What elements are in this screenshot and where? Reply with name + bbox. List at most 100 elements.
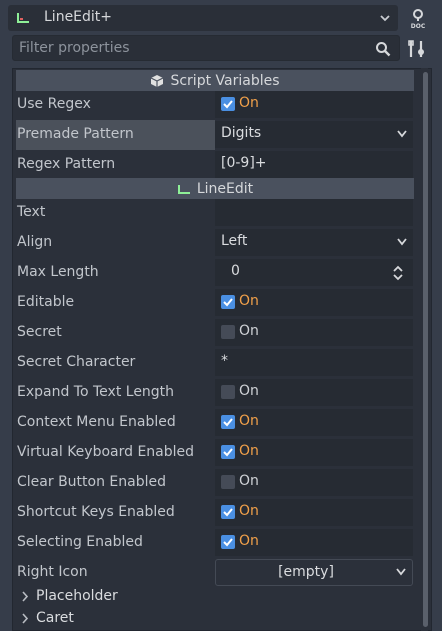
spinbox-value: 0 xyxy=(231,263,240,279)
tools-icon[interactable] xyxy=(406,38,428,60)
checkbox-unchecked-icon xyxy=(221,475,235,489)
checkbox-checked-icon xyxy=(221,295,235,309)
property-label: Right Icon xyxy=(17,564,88,580)
chevron-down-icon xyxy=(380,15,390,22)
property-label: Max Length xyxy=(17,264,99,280)
node-name: LineEdit+ xyxy=(44,9,113,25)
checkbox-label: On xyxy=(239,503,259,519)
property-label: Virtual Keyboard Enabled xyxy=(17,444,195,460)
field-value: * xyxy=(221,353,228,369)
text-field[interactable] xyxy=(215,199,413,226)
use-regex-checkbox[interactable]: On xyxy=(215,91,413,118)
property-max-length: Max Length 0 xyxy=(16,258,414,288)
resource-value: [empty] xyxy=(278,564,334,580)
property-secret: Secret On xyxy=(16,318,414,348)
chevron-right-icon xyxy=(22,613,29,624)
checkbox-label: On xyxy=(239,293,259,309)
property-label: Secret xyxy=(17,324,62,340)
section-title: Script Variables xyxy=(170,72,280,89)
svg-text:DOC: DOC xyxy=(411,23,426,30)
max-length-spinbox[interactable]: 0 xyxy=(215,259,413,286)
property-label: Align xyxy=(17,234,53,250)
property-use-regex: Use Regex On xyxy=(16,90,414,120)
property-secret-character: Secret Character * xyxy=(16,348,414,378)
checkbox-label: On xyxy=(239,533,259,549)
context-menu-enabled-checkbox[interactable]: On xyxy=(215,409,413,436)
selecting-enabled-checkbox[interactable]: On xyxy=(215,529,413,556)
chevron-down-icon xyxy=(396,568,406,576)
property-selecting-enabled: Selecting Enabled On xyxy=(16,528,414,558)
spin-arrows-icon[interactable] xyxy=(392,264,404,282)
group-placeholder[interactable]: Placeholder xyxy=(16,586,414,608)
property-regex-pattern: Regex Pattern [0-9]+ xyxy=(16,150,414,180)
checkbox-label: On xyxy=(239,95,259,111)
secret-checkbox[interactable]: On xyxy=(215,319,413,346)
clear-button-enabled-checkbox[interactable]: On xyxy=(215,469,413,496)
dropdown-value: Digits xyxy=(221,125,262,141)
cube-icon xyxy=(151,74,164,87)
scrollbar-thumb[interactable] xyxy=(423,72,428,627)
group-label: Caret xyxy=(36,610,74,626)
editable-checkbox[interactable]: On xyxy=(215,289,413,316)
chevron-down-icon xyxy=(397,238,407,246)
virtual-keyboard-enabled-checkbox[interactable]: On xyxy=(215,439,413,466)
help-docs-icon[interactable]: DOC xyxy=(406,7,430,31)
field-value: [0-9]+ xyxy=(221,155,267,171)
secret-character-field[interactable]: * xyxy=(215,349,413,376)
property-label: Regex Pattern xyxy=(17,156,116,172)
property-label: Use Regex xyxy=(17,96,91,112)
property-align: Align Left xyxy=(16,228,414,258)
line-edit-icon xyxy=(17,13,29,23)
checkbox-label: On xyxy=(239,443,259,459)
property-label: Context Menu Enabled xyxy=(17,414,176,430)
dropdown-value: Left xyxy=(221,233,248,249)
property-label: Editable xyxy=(17,294,75,310)
checkbox-unchecked-icon xyxy=(221,385,235,399)
checkbox-unchecked-icon xyxy=(221,325,235,339)
property-editable: Editable On xyxy=(16,288,414,318)
filter-properties-field[interactable] xyxy=(12,35,400,61)
regex-pattern-field[interactable]: [0-9]+ xyxy=(215,151,413,178)
section-line-edit[interactable]: LineEdit xyxy=(16,178,414,199)
property-shortcut-keys-enabled: Shortcut Keys Enabled On xyxy=(16,498,414,528)
group-caret[interactable]: Caret xyxy=(16,608,414,630)
property-clear-button-enabled: Clear Button Enabled On xyxy=(16,468,414,498)
property-label: Premade Pattern xyxy=(16,120,215,150)
section-script-variables[interactable]: Script Variables xyxy=(16,70,414,91)
property-right-icon: Right Icon [empty] xyxy=(16,558,414,588)
search-icon xyxy=(376,42,391,57)
align-dropdown[interactable]: Left xyxy=(215,229,413,256)
section-title: LineEdit xyxy=(196,180,254,197)
property-label: Text xyxy=(17,204,46,220)
expand-to-text-length-checkbox[interactable]: On xyxy=(215,379,413,406)
right-icon-resource-picker[interactable]: [empty] xyxy=(215,559,413,586)
shortcut-keys-enabled-checkbox[interactable]: On xyxy=(215,499,413,526)
line-edit-icon xyxy=(177,184,190,194)
property-label: Clear Button Enabled xyxy=(17,474,166,490)
checkbox-checked-icon xyxy=(221,97,235,111)
filter-properties-input[interactable] xyxy=(13,36,373,60)
checkbox-label: On xyxy=(239,473,259,489)
property-virtual-keyboard-enabled: Virtual Keyboard Enabled On xyxy=(16,438,414,468)
property-context-menu-enabled: Context Menu Enabled On xyxy=(16,408,414,438)
checkbox-checked-icon xyxy=(221,415,235,429)
checkbox-checked-icon xyxy=(221,505,235,519)
checkbox-checked-icon xyxy=(221,445,235,459)
property-label: Secret Character xyxy=(17,354,136,370)
property-premade-pattern: Premade Pattern Digits xyxy=(16,120,414,150)
checkbox-checked-icon xyxy=(221,535,235,549)
property-text: Text xyxy=(16,198,414,228)
chevron-down-icon xyxy=(397,130,407,138)
property-label: Shortcut Keys Enabled xyxy=(17,504,175,520)
group-label: Placeholder xyxy=(36,588,118,604)
inspector-toolbar: LineEdit+ DOC xyxy=(0,0,442,36)
chevron-right-icon xyxy=(22,591,29,602)
checkbox-label: On xyxy=(239,413,259,429)
premade-pattern-dropdown[interactable]: Digits xyxy=(215,121,413,148)
property-expand-to-text-length: Expand To Text Length On xyxy=(16,378,414,408)
checkbox-label: On xyxy=(239,383,259,399)
property-label: Selecting Enabled xyxy=(17,534,143,550)
property-label: Expand To Text Length xyxy=(17,384,175,400)
node-selector-dropdown[interactable]: LineEdit+ xyxy=(8,5,398,31)
checkbox-label: On xyxy=(239,323,259,339)
